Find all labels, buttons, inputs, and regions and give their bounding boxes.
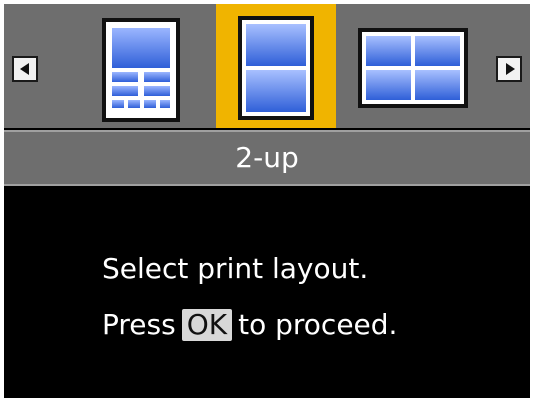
instruction-line-1: Select print layout. [102, 252, 369, 285]
layout-4-up-icon [358, 28, 468, 108]
ok-key-badge: OK [181, 309, 233, 341]
lcd-screen: 2-up Select print layout. Press OK to proc… [4, 4, 530, 398]
layout-option-4-up[interactable] [358, 28, 468, 108]
left-arrow-icon[interactable] [12, 56, 38, 82]
instruction-line-2: Press OK to proceed. [102, 308, 397, 341]
layout-index-icon [102, 18, 180, 122]
layout-name-bar: 2-up [4, 130, 530, 186]
layout-toolbar [4, 4, 530, 128]
instruction-proceed-text: to proceed. [238, 308, 398, 341]
right-arrow-icon[interactable] [496, 56, 522, 82]
layout-option-index[interactable] [102, 18, 180, 122]
layout-option-2-up-selected[interactable] [216, 4, 336, 128]
layout-2-up-icon [238, 16, 314, 120]
selected-layout-label: 2-up [235, 141, 299, 174]
instruction-press-text: Press [102, 308, 176, 341]
